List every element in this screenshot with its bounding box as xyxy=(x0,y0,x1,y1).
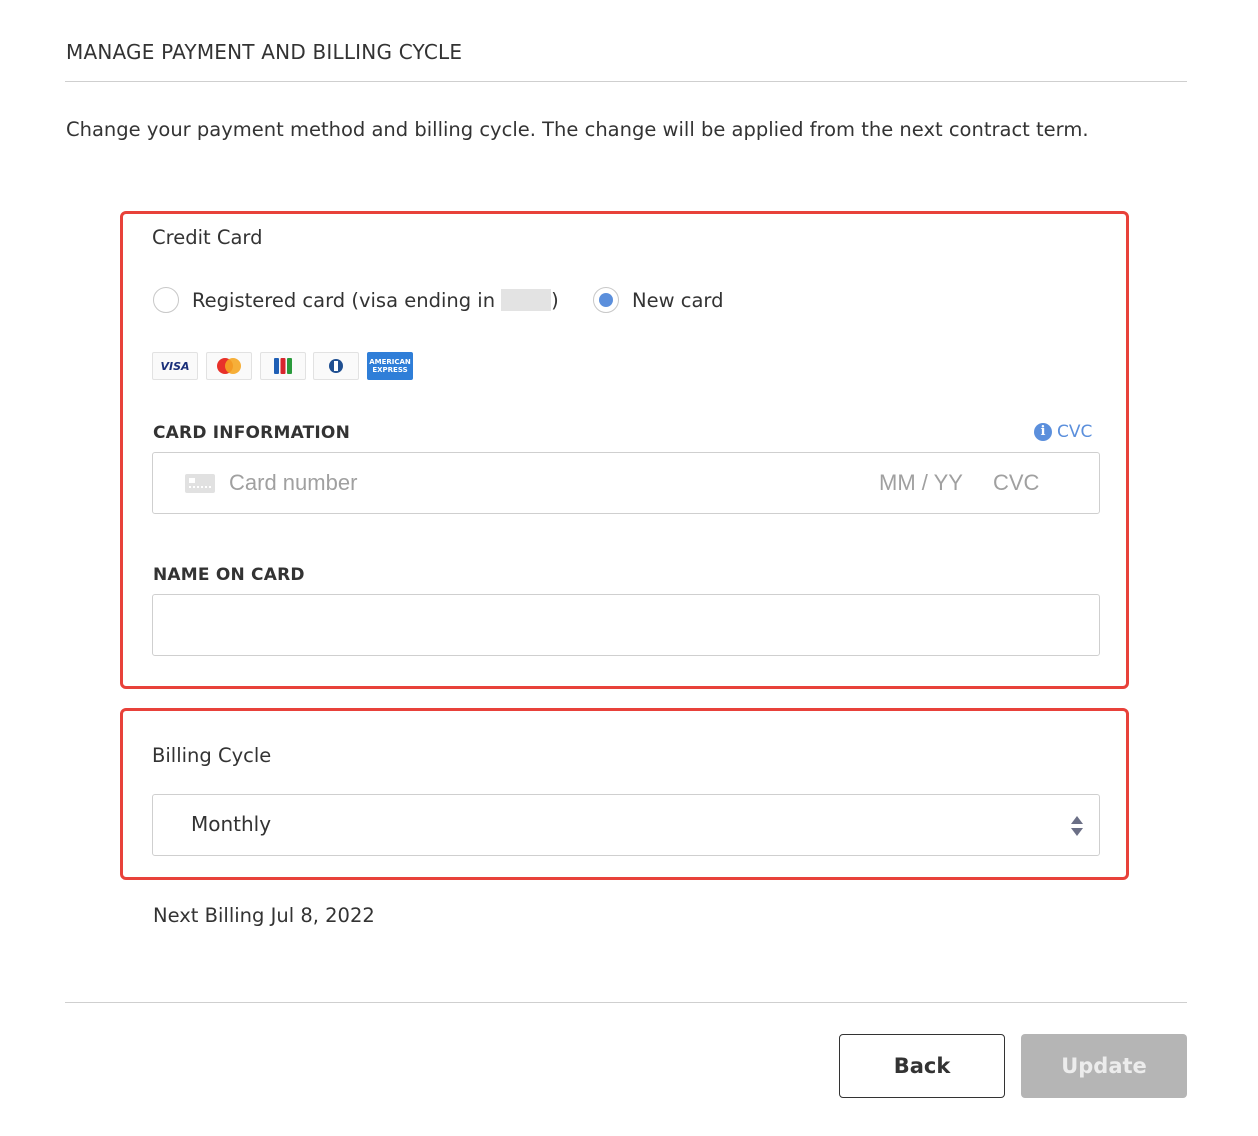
page-description: Change your payment method and billing c… xyxy=(66,118,1089,141)
page-title: MANAGE PAYMENT AND BILLING CYCLE xyxy=(66,40,463,64)
diners-logo-icon xyxy=(313,352,359,380)
card-information-label: CARD INFORMATION xyxy=(153,423,351,443)
visa-logo-icon: VISA xyxy=(152,352,198,380)
update-button[interactable]: Update xyxy=(1021,1034,1187,1098)
credit-card-icon xyxy=(185,474,215,493)
registered-card-suffix: ) xyxy=(551,289,559,312)
masked-card-digits xyxy=(501,289,552,311)
new-card-radio[interactable] xyxy=(593,287,619,313)
billing-cycle-title: Billing Cycle xyxy=(152,744,272,767)
card-number-placeholder: Card number xyxy=(229,470,358,495)
footer-divider xyxy=(65,1002,1187,1003)
new-card-label[interactable]: New card xyxy=(632,289,723,312)
info-icon: i xyxy=(1034,423,1052,441)
mastercard-logo-icon xyxy=(206,352,252,380)
cvc-input[interactable]: CVC xyxy=(993,470,1039,496)
amex-logo-icon: AMERICAN EXPRESS xyxy=(367,352,413,380)
registered-card-option[interactable]: Registered card (visa ending in) xyxy=(192,289,559,312)
name-on-card-input[interactable] xyxy=(152,594,1100,656)
title-divider xyxy=(65,81,1187,82)
card-number-input[interactable]: Card number MM / YY CVC xyxy=(152,452,1100,514)
registered-card-radio[interactable] xyxy=(153,287,179,313)
select-updown-icon xyxy=(1071,816,1083,836)
credit-card-title: Credit Card xyxy=(152,226,263,249)
back-button[interactable]: Back xyxy=(839,1034,1005,1098)
billing-cycle-value: Monthly xyxy=(191,812,272,836)
next-billing-date: Next Billing Jul 8, 2022 xyxy=(153,904,375,927)
registered-card-label: Registered card (visa ending in xyxy=(192,289,496,312)
cvc-help-label: CVC xyxy=(1057,422,1093,442)
name-on-card-label: NAME ON CARD xyxy=(153,565,305,585)
cvc-help-link[interactable]: i CVC xyxy=(1034,422,1092,442)
expiry-input[interactable]: MM / YY xyxy=(879,470,963,496)
billing-cycle-select[interactable]: Monthly xyxy=(152,794,1100,856)
jcb-logo-icon xyxy=(260,352,306,380)
